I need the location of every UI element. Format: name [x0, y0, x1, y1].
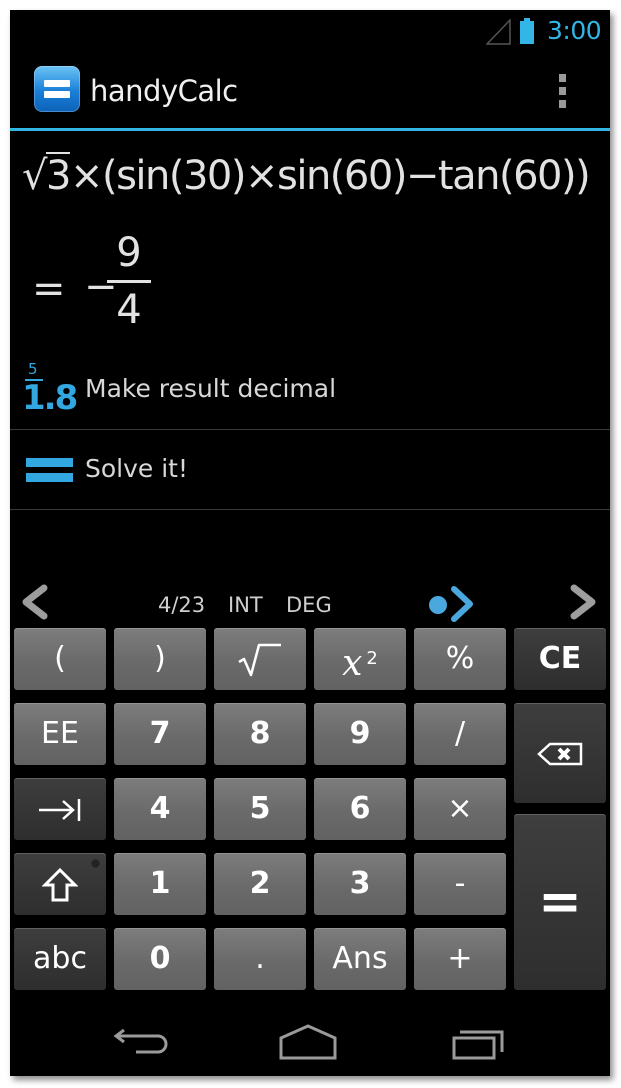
divider [10, 509, 610, 510]
x-variable: x [342, 643, 363, 684]
key-decimal-point[interactable]: . [214, 928, 306, 990]
key-multiply[interactable]: × [414, 778, 506, 840]
shift-indicator-dot [91, 859, 100, 868]
key-add[interactable]: + [414, 928, 506, 990]
key-clear-entry[interactable]: CE [514, 628, 606, 690]
suggestion-make-decimal[interactable]: 5 1.8( Make result decimal [10, 350, 610, 430]
key-7[interactable]: 7 [114, 703, 206, 765]
result-equals: = [32, 266, 66, 312]
tab-arrow-icon [39, 798, 81, 821]
shift-icon [41, 867, 79, 901]
key-shift[interactable] [14, 853, 106, 915]
sqrt-symbol: √ [22, 153, 48, 199]
suggestion-label: Make result decimal [85, 374, 337, 403]
key-1[interactable]: 1 [114, 853, 206, 915]
navigation-bar [10, 1006, 610, 1076]
chevron-right-icon[interactable] [566, 583, 602, 621]
signal-icon [486, 19, 511, 45]
key-tab[interactable] [14, 778, 106, 840]
keypad-page-indicator: 4/23 [158, 593, 206, 617]
key-5[interactable]: 5 [214, 778, 306, 840]
backspace-icon [537, 742, 583, 765]
key-2[interactable]: 2 [214, 853, 306, 915]
battery-icon [520, 18, 534, 44]
phone-screen: 3:00 handyCalc √3×(sin(30)×sin(60)−tan(6… [10, 10, 610, 1076]
key-9[interactable]: 9 [314, 703, 406, 765]
number-mode-indicator[interactable]: INT [228, 593, 263, 617]
key-ee[interactable]: EE [14, 703, 106, 765]
key-sqrt[interactable] [214, 628, 306, 690]
icon-decimal: 1.8( [22, 378, 78, 418]
back-icon[interactable] [108, 1018, 178, 1066]
key-4[interactable]: 4 [114, 778, 206, 840]
key-divide[interactable]: / [414, 703, 506, 765]
sqrt-radicand: 3 [46, 152, 71, 199]
action-bar: handyCalc [10, 52, 610, 128]
key-close-paren[interactable]: ) [114, 628, 206, 690]
key-subtract[interactable]: - [414, 853, 506, 915]
sqrt-icon [238, 643, 281, 676]
key-abc[interactable]: abc [14, 928, 106, 990]
recent-apps-icon[interactable] [446, 1018, 516, 1066]
key-percent[interactable]: % [414, 628, 506, 690]
suggestion-label: Solve it! [85, 454, 189, 483]
key-ans[interactable]: Ans [314, 928, 406, 990]
angle-mode-indicator[interactable]: DEG [286, 593, 332, 617]
equals-icon [26, 458, 73, 484]
clock: 3:00 [547, 16, 602, 45]
expression-display[interactable]: √3×(sin(30)×sin(60)−tan(60)) [22, 152, 591, 199]
result-denominator: 4 [116, 287, 142, 333]
home-icon[interactable] [273, 1018, 343, 1066]
key-backspace[interactable] [514, 703, 606, 803]
fraction-to-decimal-icon: 5 1.8( [22, 360, 78, 420]
fraction-bar [107, 280, 151, 283]
suggestion-solve-it[interactable]: Solve it! [10, 430, 610, 510]
cursor-next-icon[interactable] [424, 583, 480, 623]
icon-numerator: 5 [28, 360, 38, 378]
key-open-paren[interactable]: ( [14, 628, 106, 690]
key-6[interactable]: 6 [314, 778, 406, 840]
app-title: handyCalc [90, 74, 238, 108]
result-fraction: 9 4 [107, 228, 151, 335]
expression-rest: ×(sin(30)×sin(60)−tan(60)) [69, 153, 591, 199]
keypad-status-row: 4/23 INT DEG [10, 575, 610, 627]
key-0[interactable]: 0 [114, 928, 206, 990]
key-equals[interactable]: = [514, 814, 606, 990]
result-numerator: 9 [116, 230, 142, 276]
overflow-menu-icon[interactable] [556, 74, 568, 110]
handycalc-equals-icon[interactable] [34, 66, 80, 112]
key-8[interactable]: 8 [214, 703, 306, 765]
key-3[interactable]: 3 [314, 853, 406, 915]
status-bar: 3:00 [10, 10, 610, 53]
action-bar-divider [10, 128, 610, 131]
chevron-left-icon[interactable] [16, 583, 52, 621]
exponent: 2 [366, 648, 378, 669]
key-square[interactable]: x2 [314, 628, 406, 690]
